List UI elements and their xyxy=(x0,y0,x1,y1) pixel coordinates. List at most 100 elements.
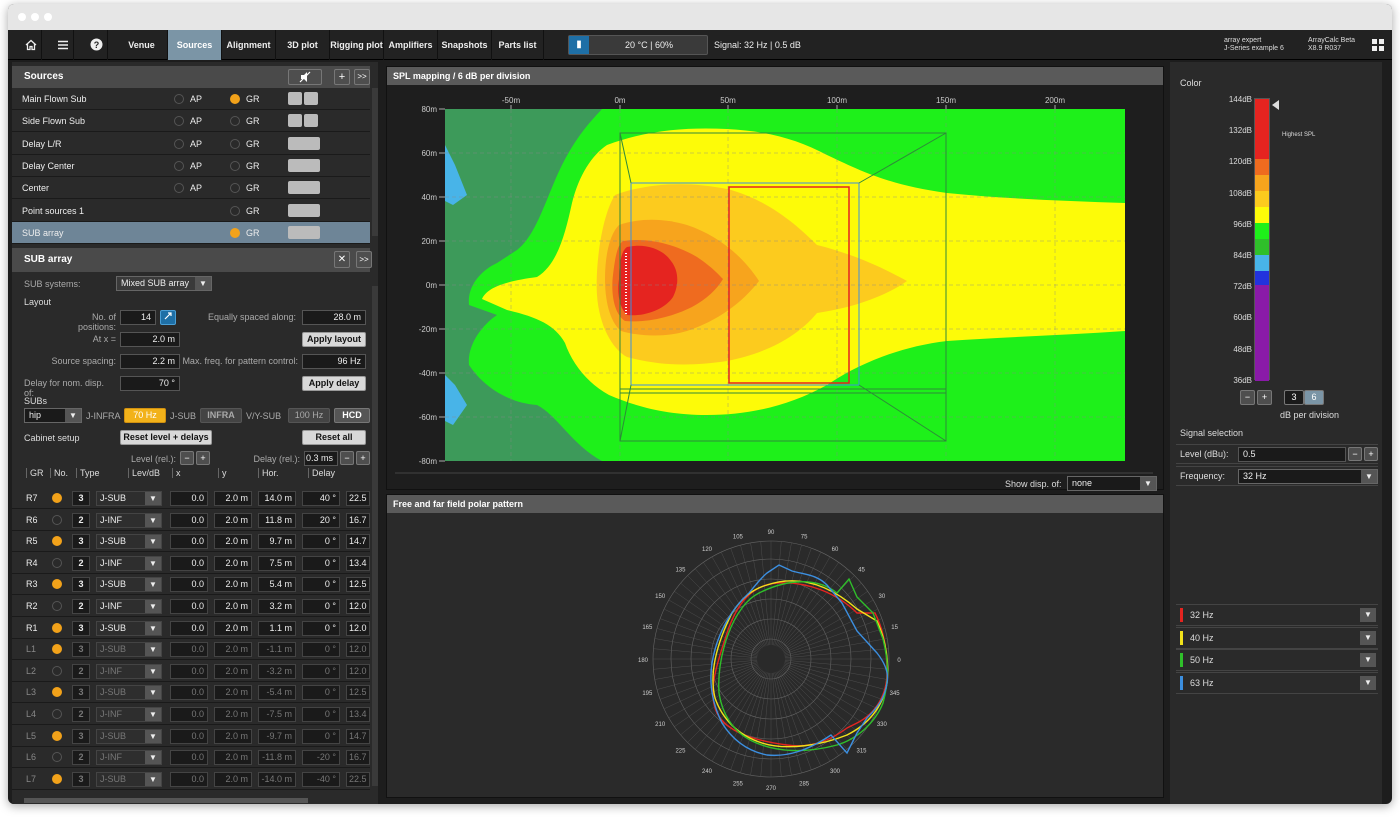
help-icon[interactable]: ? xyxy=(86,30,108,60)
level-plus-button[interactable]: + xyxy=(196,451,210,465)
ap-toggle[interactable] xyxy=(174,138,184,149)
gr-toggle[interactable] xyxy=(230,116,240,127)
cabinet-row[interactable]: R6 2 J-INF ▼ 0.0 2.0 m 11.8 m 20 ° 16.7 xyxy=(12,510,370,531)
gr-toggle[interactable] xyxy=(52,687,62,698)
tab-snapshots[interactable]: Snapshots xyxy=(438,30,492,60)
mute-icon[interactable] xyxy=(288,114,302,128)
gr-toggle[interactable] xyxy=(52,601,62,611)
x-cell[interactable]: 2.0 m xyxy=(214,750,252,766)
cabinet-type-select[interactable]: J-SUB ▼ xyxy=(96,534,162,550)
chevron-down-icon[interactable]: ▼ xyxy=(1360,608,1376,622)
home-icon[interactable] xyxy=(20,30,42,60)
frequency-select[interactable]: 32 Hz ▼ xyxy=(1238,469,1378,484)
level-cell[interactable]: 0.0 xyxy=(170,512,208,528)
hor-cell[interactable]: 0 ° xyxy=(302,620,340,636)
delay-cell[interactable]: 12.5 xyxy=(346,577,370,593)
cabinet-type-select[interactable]: J-SUB ▼ xyxy=(96,728,162,744)
source-row[interactable]: Side Flown Sub AP GR xyxy=(12,110,370,133)
delay-cell[interactable]: 12.0 xyxy=(346,620,370,636)
x-cell[interactable]: 2.0 m xyxy=(214,599,252,614)
y-cell[interactable]: 3.2 m xyxy=(258,599,296,614)
hor-cell[interactable]: 40 ° xyxy=(302,491,340,506)
gr-toggle[interactable] xyxy=(230,94,240,104)
tab-alignment[interactable]: Alignment xyxy=(222,30,276,60)
hor-cell[interactable]: 0 ° xyxy=(302,707,340,722)
color-minus-button[interactable]: − xyxy=(1240,390,1255,405)
ap-toggle[interactable] xyxy=(174,183,184,194)
cabinet-row[interactable]: L1 3 J-SUB ▼ 0.0 2.0 m -1.1 m 0 ° 12.0 xyxy=(12,639,370,661)
cabinet-no[interactable]: 3 xyxy=(72,620,90,636)
tab-venue[interactable]: Venue xyxy=(116,30,168,60)
apply-layout-button[interactable]: Apply layout xyxy=(302,332,366,347)
reset-all-button[interactable]: Reset all xyxy=(302,430,366,445)
cabinet-no[interactable]: 3 xyxy=(72,491,90,506)
hor-cell[interactable]: -40 ° xyxy=(302,771,340,787)
cabinet-row[interactable]: L6 2 J-INF ▼ 0.0 2.0 m -11.8 m -20 ° 16.7 xyxy=(12,747,370,769)
cabinet-no[interactable]: 2 xyxy=(72,750,90,766)
cabinet-type-select[interactable]: J-SUB ▼ xyxy=(96,642,162,658)
level-cell[interactable]: 0.0 xyxy=(170,685,208,701)
gr-toggle[interactable] xyxy=(52,514,62,525)
chevron-down-icon[interactable]: ▼ xyxy=(1360,653,1376,667)
hor-cell[interactable]: 0 ° xyxy=(302,663,340,679)
frequency-item[interactable]: 32 Hz ▼ xyxy=(1176,604,1378,626)
delay-cell[interactable]: 12.5 xyxy=(346,685,370,701)
cabinet-row[interactable]: L3 3 J-SUB ▼ 0.0 2.0 m -5.4 m 0 ° 12.5 xyxy=(12,682,370,704)
cabinet-type-select[interactable]: J-INF ▼ xyxy=(96,707,162,722)
source-row[interactable]: Delay L/R AP GR xyxy=(12,133,370,155)
gr-toggle[interactable] xyxy=(230,227,240,238)
mute-icon[interactable] xyxy=(288,136,320,150)
y-cell[interactable]: 7.5 m xyxy=(258,555,296,571)
ap-toggle[interactable] xyxy=(174,160,184,171)
y-cell[interactable]: -7.5 m xyxy=(258,707,296,722)
x-cell[interactable]: 2.0 m xyxy=(214,555,252,571)
x-cell[interactable]: 2.0 m xyxy=(214,685,252,701)
expand-sources-button[interactable]: >> xyxy=(354,69,370,85)
gr-toggle[interactable] xyxy=(52,493,62,503)
horizontal-scrollbar[interactable] xyxy=(24,798,308,803)
gr-toggle[interactable] xyxy=(52,622,62,633)
div-option-6[interactable]: 6 xyxy=(1304,390,1324,405)
color-plus-button[interactable]: + xyxy=(1257,390,1272,405)
cabinet-row[interactable]: R4 2 J-INF ▼ 0.0 2.0 m 7.5 m 0 ° 13.4 xyxy=(12,553,370,574)
cabinet-type-select[interactable]: J-SUB ▼ xyxy=(96,620,162,636)
level-cell[interactable]: 0.0 xyxy=(170,771,208,787)
level-signal-minus-button[interactable]: − xyxy=(1348,447,1362,461)
level-cell[interactable]: 0.0 xyxy=(170,707,208,722)
level-cell[interactable]: 0.0 xyxy=(170,663,208,679)
x-cell[interactable]: 2.0 m xyxy=(214,707,252,722)
delay-cell[interactable]: 12.0 xyxy=(346,642,370,658)
level-minus-button[interactable]: − xyxy=(180,451,194,465)
delay-minus-button[interactable]: − xyxy=(340,451,354,465)
cabinet-no[interactable]: 3 xyxy=(72,642,90,658)
y-cell[interactable]: 11.8 m xyxy=(258,512,296,528)
ap-toggle[interactable] xyxy=(174,116,184,127)
delay-cell[interactable]: 14.7 xyxy=(346,728,370,744)
y-cell[interactable]: -11.8 m xyxy=(258,750,296,766)
mute-icon[interactable] xyxy=(288,225,320,239)
sub-array-scrollbar[interactable] xyxy=(372,286,378,786)
y-cell[interactable]: -3.2 m xyxy=(258,663,296,679)
hcd-button[interactable]: HCD xyxy=(334,408,370,423)
level-input[interactable]: 0.5 xyxy=(1238,447,1346,462)
level-cell[interactable]: 0.0 xyxy=(170,728,208,744)
cabinet-no[interactable]: 2 xyxy=(72,663,90,679)
ap-toggle[interactable] xyxy=(174,94,184,104)
delay-cell[interactable]: 22.5 xyxy=(346,491,370,506)
cabinet-type-select[interactable]: J-INF ▼ xyxy=(96,555,162,571)
hor-cell[interactable]: 20 ° xyxy=(302,512,340,528)
cabinet-type-select[interactable]: J-SUB ▼ xyxy=(96,771,162,787)
gr-toggle[interactable] xyxy=(230,205,240,216)
cabinet-row[interactable]: L5 3 J-SUB ▼ 0.0 2.0 m -9.7 m 0 ° 14.7 xyxy=(12,726,370,747)
hor-cell[interactable]: 0 ° xyxy=(302,577,340,593)
level-cell[interactable]: 0.0 xyxy=(170,555,208,571)
gr-toggle[interactable] xyxy=(52,665,62,676)
mute-all-button[interactable] xyxy=(288,69,322,85)
gr-toggle[interactable] xyxy=(52,579,62,590)
source-row[interactable]: Main Flown Sub AP GR xyxy=(12,88,370,110)
vy-sub-freq-button[interactable]: 100 Hz xyxy=(288,408,330,423)
delay-cell[interactable]: 13.4 xyxy=(346,555,370,571)
hor-cell[interactable]: -20 ° xyxy=(302,750,340,766)
level-cell[interactable]: 0.0 xyxy=(170,577,208,593)
cabinet-type-select[interactable]: J-SUB ▼ xyxy=(96,685,162,701)
